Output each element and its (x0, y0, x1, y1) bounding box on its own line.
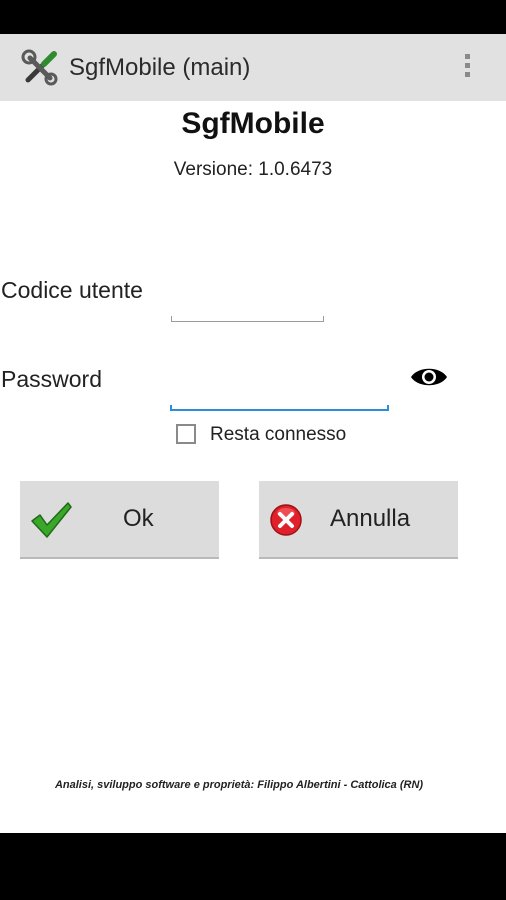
user-code-label: Codice utente (1, 277, 143, 303)
ok-label: Ok (123, 505, 154, 532)
eye-icon[interactable] (410, 364, 448, 390)
cancel-label: Annulla (330, 505, 411, 532)
user-code-input[interactable] (171, 288, 328, 320)
cancel-button[interactable]: Annulla (259, 481, 458, 559)
checkmark-icon (30, 501, 72, 544)
tools-icon (20, 48, 60, 88)
action-bar: SgfMobile (main) (0, 34, 506, 101)
status-bar (0, 0, 506, 34)
app-title: SgfMobile (main) (69, 54, 251, 81)
password-input[interactable] (170, 377, 393, 409)
ok-button[interactable]: Ok (20, 481, 219, 559)
cancel-icon (269, 503, 303, 542)
overflow-menu-icon[interactable] (455, 50, 479, 86)
app-screen: SgfMobile (main) SgfMobile Versione: 1.0… (0, 34, 506, 833)
remember-label[interactable]: Resta connesso (210, 424, 346, 446)
password-field[interactable] (170, 377, 393, 411)
page-title: SgfMobile (181, 107, 325, 140)
version-text: Versione: 1.0.6473 (173, 159, 333, 180)
user-code-field[interactable] (171, 288, 328, 322)
password-label: Password (1, 366, 102, 392)
footer-credits: Analisi, sviluppo software e proprietà: … (54, 779, 424, 791)
remember-checkbox[interactable] (176, 424, 196, 444)
navigation-bar (0, 833, 506, 900)
